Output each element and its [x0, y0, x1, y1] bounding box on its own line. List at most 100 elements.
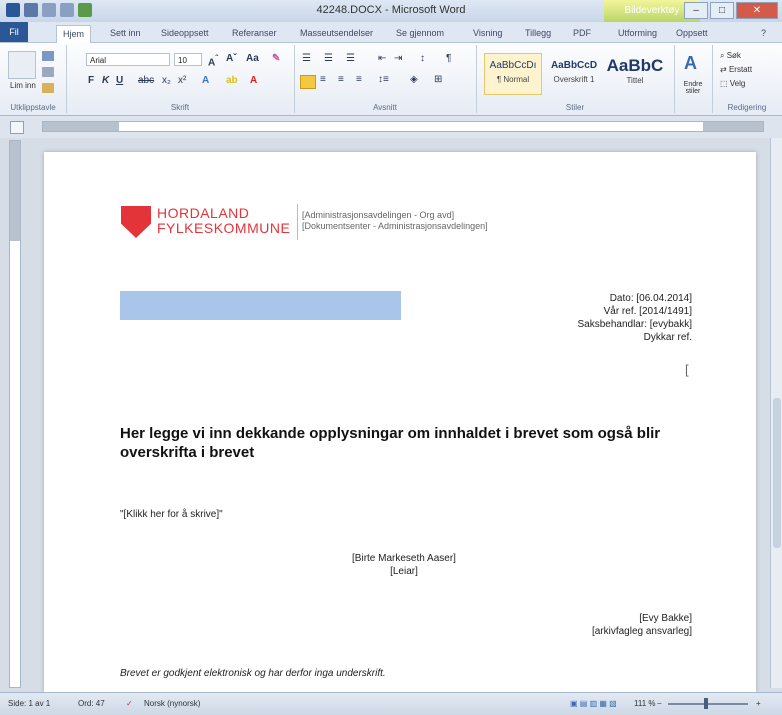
page-count[interactable]: Side: 1 av 1 [8, 699, 50, 708]
paste-icon[interactable] [8, 51, 36, 79]
numbering-icon[interactable]: ☰ [324, 53, 333, 64]
group-label: Redigering [727, 103, 767, 112]
format-painter-icon[interactable] [42, 83, 54, 93]
font-color-icon[interactable]: A [250, 75, 257, 86]
underline-icon[interactable]: U [116, 75, 123, 86]
replace-button[interactable]: ⇄ Erstatt [720, 65, 752, 74]
style-title[interactable]: AaBbC Tittel [604, 53, 666, 95]
group-label: Utklippstavle [10, 103, 56, 112]
bullets-icon[interactable]: ☰ [302, 53, 311, 64]
maximize-button[interactable]: □ [710, 2, 734, 19]
close-button[interactable]: ✕ [736, 2, 778, 19]
grow-font-icon[interactable]: Aˆ [208, 53, 218, 68]
align-left-icon[interactable] [300, 75, 316, 89]
document-page[interactable]: HORDALAND FYLKESKOMMUNE [Administrasjons… [44, 152, 756, 692]
clear-format-icon[interactable]: ✎ [272, 53, 280, 64]
group-editing: ⌕ Søk ⇄ Erstatt ⬚ Velg Redigering [712, 45, 782, 113]
help-icon[interactable]: ? ✦ [755, 25, 782, 54]
window-controls: – □ ✕ [684, 2, 778, 19]
zoom-out-icon[interactable]: − [657, 699, 662, 708]
tab-view[interactable]: Visning [467, 25, 508, 42]
tab-addins[interactable]: Tillegg [519, 25, 557, 42]
tab-layout[interactable]: Oppsett [670, 25, 714, 42]
increase-indent-icon[interactable]: ⇥ [394, 53, 402, 64]
shrink-font-icon[interactable]: Aˇ [226, 53, 237, 64]
approval-note[interactable]: Brevet er godkjent elektronisk og har de… [120, 668, 386, 679]
cut-icon[interactable] [42, 51, 54, 61]
group-label: Skrift [170, 103, 190, 112]
multilevel-icon[interactable]: ☰ [346, 53, 355, 64]
style-heading1[interactable]: AaBbCcD Overskrift 1 [544, 53, 604, 95]
group-label: Stiler [565, 103, 585, 112]
status-bar: Side: 1 av 1 Ord: 47 ✓ Norsk (nynorsk) ▣… [0, 692, 782, 715]
bold-icon[interactable]: F [88, 75, 94, 86]
highlight-icon[interactable]: ab [226, 75, 238, 86]
borders-icon[interactable]: ⊞ [434, 74, 442, 85]
tab-page-layout[interactable]: Sideoppsett [155, 25, 215, 42]
ruler-row [0, 116, 782, 138]
proofing-icon[interactable]: ✓ [126, 699, 133, 708]
zoom-in-icon[interactable]: + [756, 699, 761, 708]
title-bar: 42248.DOCX - Microsoft Word Bildeverktøy… [0, 0, 782, 23]
superscript-icon[interactable]: x² [178, 75, 186, 86]
change-case-icon[interactable]: Aa [246, 53, 259, 64]
find-button[interactable]: ⌕ Søk [720, 51, 741, 61]
tab-review[interactable]: Se gjennom [390, 25, 450, 42]
show-marks-icon[interactable]: ¶ [446, 53, 451, 64]
signature-block-leader: [Birte Markeseth Aaser] [Leiar] [352, 553, 456, 577]
signature-block-handler: [Evy Bakke] [arkivfagleg ansvarleg] [591, 613, 692, 637]
copy-icon[interactable] [42, 67, 54, 77]
letter-heading[interactable]: Her legge vi inn dekkande opplysningar o… [120, 424, 680, 462]
group-paragraph: ☰ ☰ ☰ ⇤ ⇥ ↕ ¶ ≡ ≡ ≡ ↕≡ ◈ ⊞ Avsnitt [294, 45, 477, 113]
strikethrough-icon[interactable]: abc [138, 75, 154, 86]
tab-home[interactable]: Hjem [56, 25, 92, 43]
align-right-icon[interactable]: ≡ [338, 74, 344, 85]
align-center-icon[interactable]: ≡ [320, 74, 326, 85]
style-normal[interactable]: AaBbCcDı ¶ Normal [484, 53, 542, 95]
view-buttons[interactable]: ▣ ▤ ▥ ▦ ▧ [570, 699, 617, 708]
change-styles-icon[interactable]: A [684, 53, 697, 74]
scroll-thumb[interactable] [773, 398, 781, 548]
zoom-slider[interactable] [668, 703, 748, 705]
tab-references[interactable]: Referanser [226, 25, 283, 42]
tab-mailings[interactable]: Masseutsendelser [294, 25, 379, 42]
italic-icon[interactable]: K [102, 75, 109, 86]
change-styles-button[interactable]: Endre stiler [676, 81, 710, 95]
address-placeholder[interactable] [120, 291, 401, 320]
group-change-styles: A Endre stiler [674, 45, 713, 113]
select-button[interactable]: ⬚ Velg [720, 79, 745, 88]
reference-block: Dato: [06.04.2014] Vår ref. [2014/1491] … [577, 293, 692, 343]
tab-pdf[interactable]: PDF [567, 25, 597, 42]
tab-file[interactable]: Fil [0, 22, 28, 42]
group-label: Avsnitt [373, 103, 397, 112]
font-size-select[interactable]: 10 [174, 53, 202, 66]
font-name-select[interactable]: Arial [86, 53, 170, 66]
subscript-icon[interactable]: x₂ [162, 75, 171, 86]
shading-icon[interactable]: ◈ [410, 74, 418, 85]
horizontal-ruler[interactable] [42, 121, 764, 132]
vertical-ruler[interactable] [9, 140, 21, 688]
language-indicator[interactable]: Norsk (nynorsk) [144, 699, 200, 708]
word-count[interactable]: Ord: 47 [78, 699, 105, 708]
vertical-scrollbar[interactable] [770, 138, 782, 688]
minimize-button[interactable]: – [684, 2, 708, 19]
zoom-slider-handle[interactable] [704, 698, 708, 709]
tab-insert[interactable]: Sett inn [104, 25, 147, 42]
sort-icon[interactable]: ↕ [420, 53, 425, 64]
tab-selector[interactable] [10, 121, 24, 134]
body-placeholder[interactable]: "[Klikk her for å skrive]" [120, 509, 223, 520]
group-clipboard: Lim inn Utklippstavle [0, 45, 67, 113]
line-spacing-icon[interactable]: ↕≡ [378, 74, 389, 85]
ribbon-tabs: Fil Hjem Sett inn Sideoppsett Referanser… [0, 22, 782, 54]
group-font: Arial 10 Aˆ Aˇ Aa ✎ F K U abc x₂ x² A ab… [66, 45, 295, 113]
department-block: [Administrasjonsavdelingen - Org avd] [D… [302, 210, 488, 231]
decrease-indent-icon[interactable]: ⇤ [378, 53, 386, 64]
text-effects-icon[interactable]: A [202, 75, 209, 86]
field-marker: [ [685, 362, 689, 377]
logo-divider [297, 204, 298, 240]
tab-design[interactable]: Utforming [612, 25, 663, 42]
paste-button[interactable]: Lim inn [10, 81, 36, 90]
zoom-level[interactable]: 111 % [634, 699, 656, 708]
justify-icon[interactable]: ≡ [356, 74, 362, 85]
ribbon: Lim inn Utklippstavle Arial 10 Aˆ Aˇ Aa … [0, 43, 782, 116]
